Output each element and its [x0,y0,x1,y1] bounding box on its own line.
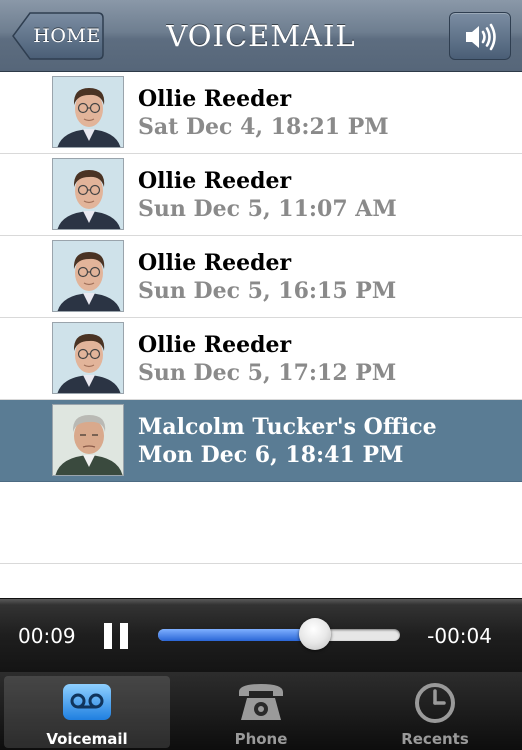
caller-name: Ollie Reeder [138,86,292,112]
contact-photo [53,405,123,475]
tab-recents[interactable]: Recents [352,676,518,748]
voicemail-row[interactable]: Ollie Reeder Sat Dec 4, 18:21 PM [0,72,522,154]
pause-icon-bar [120,623,128,649]
slider-thumb[interactable] [299,618,332,650]
tab-voicemail[interactable]: Voicemail [4,676,170,748]
pause-button[interactable] [104,623,128,649]
contact-photo [53,77,123,147]
empty-list-row [0,482,522,564]
playback-bar: 00:09 -00:04 [0,598,522,672]
voicemail-row[interactable]: Ollie Reeder Sun Dec 5, 16:15 PM [0,236,522,318]
telephone-icon [239,684,283,720]
tab-bar: Voicemail Phone Recents [0,672,522,750]
contact-photo [53,241,123,311]
avatar [52,240,124,312]
pause-icon-bar [104,623,112,649]
voicemail-list: Ollie Reeder Sat Dec 4, 18:21 PM Ollie R… [0,72,522,598]
caller-name: Malcolm Tucker's Office [138,414,437,440]
caller-name: Ollie Reeder [138,332,292,358]
voicemail-row[interactable]: Ollie Reeder Sun Dec 5, 11:07 AM [0,154,522,236]
contact-photo [53,159,123,229]
voicemail-date: Sun Dec 5, 16:15 PM [138,278,397,304]
voicemail-row[interactable]: Ollie Reeder Sun Dec 5, 17:12 PM [0,318,522,400]
avatar [52,404,124,476]
remaining-time: -00:04 [427,624,492,648]
home-back-label: HOME [33,25,101,47]
playback-slider[interactable] [158,618,400,650]
avatar [52,322,124,394]
tab-label: Recents [401,730,469,748]
speaker-volume-icon [466,23,496,51]
contact-photo [53,323,123,393]
avatar [52,158,124,230]
voicemail-date: Mon Dec 6, 18:41 PM [138,442,404,468]
voicemail-date: Sun Dec 5, 11:07 AM [138,196,397,222]
home-back-button[interactable]: HOME [12,12,104,60]
nav-bar: HOME VOICEMAIL [0,0,522,72]
clock-icon [415,683,455,723]
tab-label: Voicemail [46,730,128,748]
speaker-button[interactable] [449,12,511,60]
caller-name: Ollie Reeder [138,168,292,194]
slider-fill [158,629,316,641]
voicemail-date: Sun Dec 5, 17:12 PM [138,360,397,386]
voicemail-row-selected[interactable]: Malcolm Tucker's Office Mon Dec 6, 18:41… [0,400,522,482]
avatar [52,76,124,148]
tab-phone[interactable]: Phone [178,676,344,748]
tab-label: Phone [234,730,288,748]
caller-name: Ollie Reeder [138,250,292,276]
page-title: VOICEMAIL [166,19,356,53]
voicemail-date: Sat Dec 4, 18:21 PM [138,114,389,140]
elapsed-time: 00:09 [18,624,76,648]
voicemail-icon [63,684,111,720]
